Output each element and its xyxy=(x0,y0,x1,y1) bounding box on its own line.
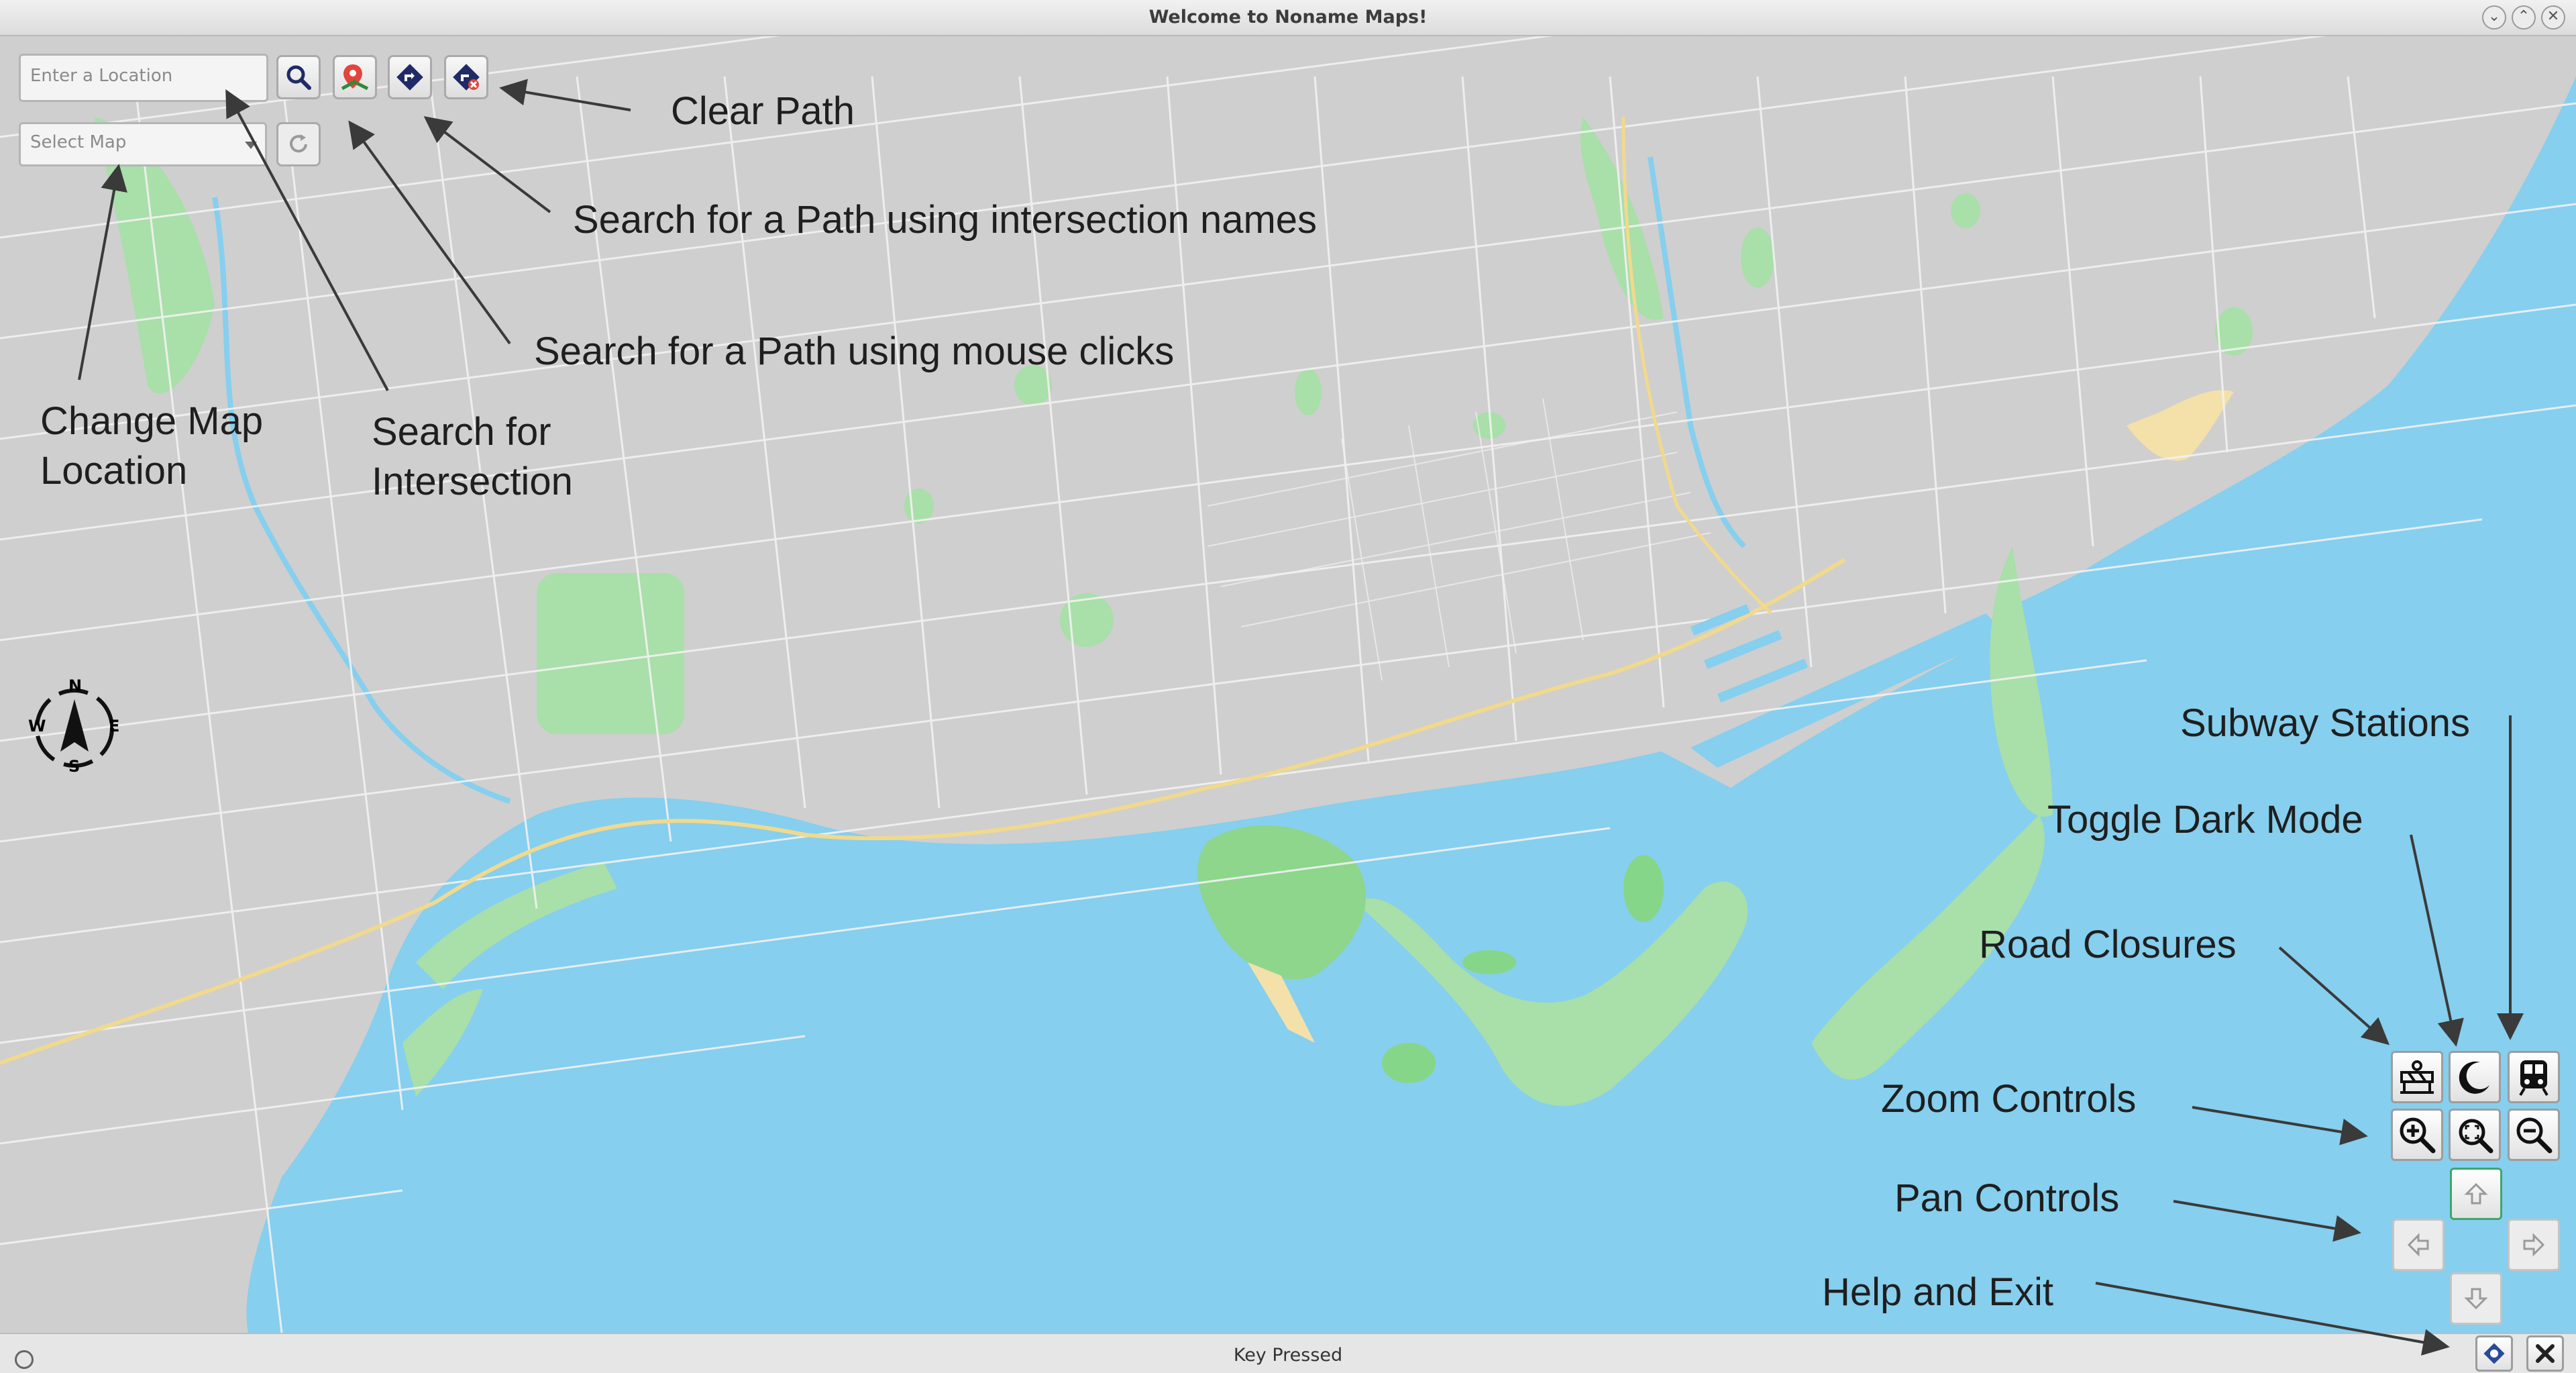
compass-east: E xyxy=(109,717,120,735)
zoom-out-icon xyxy=(2516,1117,2553,1154)
annotation-search-intersection-line2: Intersection xyxy=(372,460,573,503)
map-select[interactable]: Select Map xyxy=(19,122,267,166)
status-text: Key Pressed xyxy=(1233,1345,1343,1366)
pan-down-button[interactable] xyxy=(2450,1272,2502,1325)
zoom-in-button[interactable] xyxy=(2391,1109,2443,1161)
annotation-search-path-names: Search for a Path using intersection nam… xyxy=(573,198,1318,242)
refresh-icon xyxy=(290,134,307,153)
annotation-help-and-exit: Help and Exit xyxy=(1822,1270,2053,1314)
subway-icon xyxy=(2519,1060,2548,1097)
subway-button[interactable] xyxy=(2508,1051,2560,1103)
chevron-down-icon xyxy=(245,142,257,149)
annotation-toggle-dark-mode: Toggle Dark Mode xyxy=(2047,798,2363,842)
title-bar: Welcome to Noname Maps! ⌄ ⌃ ✕ xyxy=(0,0,2576,36)
compass-west: W xyxy=(28,717,46,735)
annotation-clear-path: Clear Path xyxy=(671,89,855,133)
clear-path-button[interactable] xyxy=(444,55,488,99)
location-search-input[interactable]: Enter a Location xyxy=(19,54,268,102)
pan-down-icon xyxy=(2464,1288,2488,1310)
pan-right-icon xyxy=(2523,1233,2545,1257)
zoom-out-button[interactable] xyxy=(2508,1109,2560,1161)
dark-mode-button[interactable] xyxy=(2449,1051,2501,1103)
annotation-subway-stations: Subway Stations xyxy=(2180,701,2471,745)
road-closures-icon xyxy=(2400,1060,2434,1094)
annotation-change-map-line2: Location xyxy=(40,449,188,493)
window-title: Welcome to Noname Maps! xyxy=(1148,7,1428,28)
annotation-zoom-controls: Zoom Controls xyxy=(1881,1077,2137,1121)
annotation-pan-controls: Pan Controls xyxy=(1894,1176,2120,1220)
help-button[interactable] xyxy=(2475,1335,2513,1372)
clear-path-icon xyxy=(453,64,480,91)
zoom-fit-icon xyxy=(2459,1119,2493,1154)
help-icon xyxy=(2483,1343,2505,1364)
exit-icon xyxy=(2536,1344,2555,1363)
annotation-search-path-clicks: Search for a Path using mouse clicks xyxy=(534,329,1175,373)
load-map-button[interactable] xyxy=(276,122,321,166)
pan-up-icon xyxy=(2464,1182,2488,1205)
compass: N S E W xyxy=(24,676,125,778)
maximize-icon[interactable]: ⌃ xyxy=(2512,5,2536,30)
map-select-value: Select Map xyxy=(30,132,127,152)
pan-left-icon xyxy=(2407,1233,2429,1257)
minimize-icon[interactable]: ⌄ xyxy=(2482,5,2506,30)
zoom-fit-button[interactable] xyxy=(2449,1109,2501,1161)
exit-button[interactable] xyxy=(2526,1335,2564,1372)
path-by-clicks-icon xyxy=(341,64,369,91)
path-by-names-button[interactable] xyxy=(388,55,432,99)
pan-up-button[interactable] xyxy=(2450,1168,2502,1220)
road-closures-button[interactable] xyxy=(2391,1051,2443,1103)
dark-mode-icon xyxy=(2459,1061,2489,1094)
path-by-clicks-button[interactable] xyxy=(333,55,377,99)
annotation-road-closures: Road Closures xyxy=(1979,923,2237,966)
pan-right-button[interactable] xyxy=(2508,1219,2560,1271)
compass-south: S xyxy=(68,757,80,776)
status-bar: Key Pressed xyxy=(0,1333,2576,1373)
compass-north: N xyxy=(68,676,83,695)
annotation-search-intersection-line1: Search for xyxy=(372,410,551,454)
pan-left-button[interactable] xyxy=(2392,1219,2445,1271)
search-button[interactable] xyxy=(276,55,321,99)
zoom-in-icon xyxy=(2400,1117,2436,1154)
search-icon xyxy=(286,65,311,90)
annotation-change-map-line1: Change Map xyxy=(40,399,264,443)
close-icon[interactable]: ✕ xyxy=(2541,5,2565,30)
location-search-placeholder: Enter a Location xyxy=(30,66,173,86)
path-by-names-icon xyxy=(396,64,423,91)
